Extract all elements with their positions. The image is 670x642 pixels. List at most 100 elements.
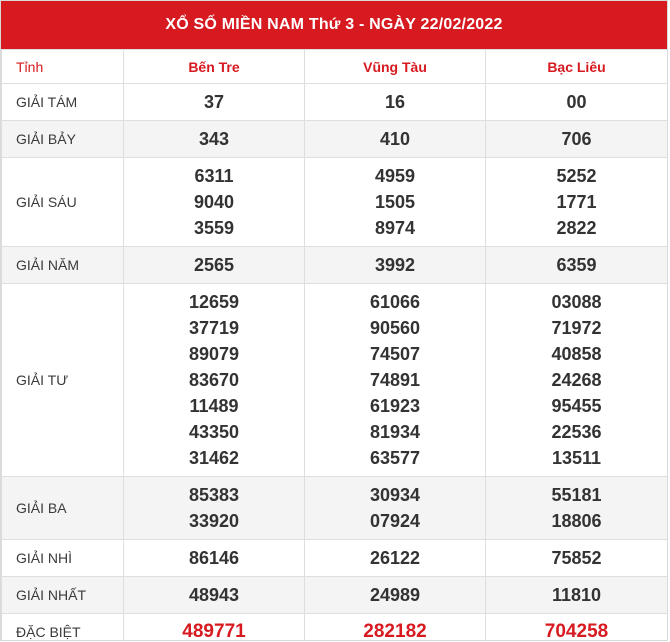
province-vung-tau[interactable]: Vũng Tàu bbox=[304, 49, 486, 84]
prize-number: 30934 bbox=[369, 485, 421, 505]
prize-number: 74891 bbox=[369, 370, 421, 390]
province-bac-lieu[interactable]: Bạc Liêu bbox=[485, 49, 667, 84]
prize-number: 489771 bbox=[182, 621, 246, 641]
prize-numbers-cell: 30934 07924 bbox=[304, 476, 486, 540]
prize-row-giai-nhi: GIẢI NHÌ 86146 26122 75852 bbox=[1, 539, 667, 577]
prize-number: 6359 bbox=[556, 255, 597, 275]
prize-number: 03088 bbox=[551, 292, 602, 312]
prize-row-giai-tam: GIẢI TÁM 37 16 00 bbox=[1, 83, 667, 121]
prize-number: 95455 bbox=[551, 396, 602, 416]
prize-number: 55181 bbox=[551, 485, 602, 505]
prize-number: 22536 bbox=[551, 422, 602, 442]
prize-numbers-cell: 2565 bbox=[123, 246, 305, 284]
prize-numbers-cell: 61066 90560 74507 74891 61923 81934 63577 bbox=[304, 283, 486, 477]
prize-numbers-cell: 12659 37719 89079 83670 11489 43350 31462 bbox=[123, 283, 305, 477]
prize-numbers-cell: 6359 bbox=[485, 246, 667, 284]
prize-number: 40858 bbox=[551, 344, 602, 364]
prize-label: GIẢI NĂM bbox=[1, 246, 124, 284]
prize-number: 13511 bbox=[551, 448, 602, 468]
prize-numbers-cell: 00 bbox=[485, 83, 667, 121]
prize-numbers-cell: 704258 bbox=[485, 613, 667, 641]
prize-number: 704258 bbox=[544, 621, 609, 641]
prize-number: 37 bbox=[203, 92, 225, 112]
prize-numbers-cell: 03088 71972 40858 24268 95455 22536 13511 bbox=[485, 283, 667, 477]
prize-number: 61923 bbox=[369, 396, 421, 416]
prize-numbers-cell: 55181 18806 bbox=[485, 476, 667, 540]
prize-numbers-cell: 85383 33920 bbox=[123, 476, 305, 540]
prize-number: 07924 bbox=[369, 511, 421, 531]
prize-numbers-cell: 4959 1505 8974 bbox=[304, 157, 486, 247]
prize-label: GIẢI BA bbox=[1, 476, 124, 540]
prize-label: GIẢI BẢY bbox=[1, 120, 124, 158]
prize-label: GIẢI SÁU bbox=[1, 157, 124, 247]
prize-numbers-cell: 48943 bbox=[123, 576, 305, 614]
prize-number: 2565 bbox=[193, 255, 235, 275]
prize-number: 75852 bbox=[551, 548, 602, 568]
prize-numbers-cell: 410 bbox=[304, 120, 486, 158]
prize-number: 16 bbox=[384, 92, 406, 112]
prize-number: 2822 bbox=[556, 218, 597, 238]
prize-number: 24989 bbox=[369, 585, 421, 605]
prize-numbers-cell: 3992 bbox=[304, 246, 486, 284]
prize-number: 31462 bbox=[188, 448, 240, 468]
prize-number: 18806 bbox=[551, 511, 602, 531]
prize-numbers-cell: 75852 bbox=[485, 539, 667, 577]
prize-number: 85383 bbox=[188, 485, 240, 505]
prize-label: GIẢI NHẤT bbox=[1, 576, 124, 614]
prize-label: GIẢI TÁM bbox=[1, 83, 124, 121]
prize-number: 12659 bbox=[188, 292, 240, 312]
prize-number: 24268 bbox=[551, 370, 602, 390]
prize-row-giai-nhat: GIẢI NHẤT 48943 24989 11810 bbox=[1, 576, 667, 614]
prize-numbers-cell: 6311 9040 3559 bbox=[123, 157, 305, 247]
prize-number: 63577 bbox=[369, 448, 421, 468]
prize-row-giai-tu: GIẢI TƯ 12659 37719 89079 83670 11489 43350 314… bbox=[1, 283, 667, 477]
prize-label: GIẢI NHÌ bbox=[1, 539, 124, 577]
prize-number: 71972 bbox=[551, 318, 602, 338]
prize-row-giai-bay: GIẢI BẢY 343 410 706 bbox=[1, 120, 667, 158]
prize-number: 1505 bbox=[374, 192, 416, 212]
prize-number: 4959 bbox=[374, 166, 416, 186]
prize-numbers-cell: 489771 bbox=[123, 613, 305, 641]
prize-row-giai-sau: GIẢI SÁU 6311 9040 3559 4959 1505 8974 5252 1771… bbox=[1, 157, 667, 247]
prize-number: 37719 bbox=[188, 318, 240, 338]
prize-number: 11489 bbox=[189, 396, 239, 416]
prize-number: 282182 bbox=[363, 621, 427, 641]
prize-number: 1771 bbox=[556, 192, 597, 212]
prize-numbers-cell: 24989 bbox=[304, 576, 486, 614]
prize-number: 3559 bbox=[193, 218, 235, 238]
prize-numbers-cell: 282182 bbox=[304, 613, 486, 641]
prize-number: 5252 bbox=[556, 166, 597, 186]
prize-number: 43350 bbox=[188, 422, 240, 442]
prize-number: 6311 bbox=[194, 166, 234, 186]
prize-number: 61066 bbox=[369, 292, 421, 312]
prize-number: 9040 bbox=[193, 192, 235, 212]
prize-number: 410 bbox=[379, 129, 411, 149]
header-row: Tỉnh Bến Tre Vũng Tàu Bạc Liêu bbox=[1, 49, 667, 84]
prize-number: 33920 bbox=[188, 511, 240, 531]
prize-number: 8974 bbox=[374, 218, 416, 238]
prize-row-giai-nam: GIẢI NĂM 2565 3992 6359 bbox=[1, 246, 667, 284]
prize-number: 11810 bbox=[551, 585, 602, 605]
prize-numbers-cell: 26122 bbox=[304, 539, 486, 577]
prize-number: 26122 bbox=[369, 548, 421, 568]
province-ben-tre[interactable]: Bến Tre bbox=[123, 49, 305, 84]
lottery-results-panel: XỔ SỐ MIỀN NAM Thứ 3 - NGÀY 22/02/2022 T… bbox=[0, 0, 668, 641]
prize-label: GIẢI TƯ bbox=[1, 283, 124, 477]
prize-number: 48943 bbox=[188, 585, 240, 605]
prize-numbers-cell: 343 bbox=[123, 120, 305, 158]
prize-number: 81934 bbox=[369, 422, 421, 442]
prize-number: 343 bbox=[198, 129, 230, 149]
prize-numbers-cell: 16 bbox=[304, 83, 486, 121]
prize-number: 90560 bbox=[369, 318, 421, 338]
prize-numbers-cell: 37 bbox=[123, 83, 305, 121]
prize-number: 83670 bbox=[188, 370, 240, 390]
prize-label: ĐẶC BIỆT bbox=[1, 613, 124, 640]
prize-row-giai-ba: GIẢI BA 85383 33920 30934 07924 55181 18806 bbox=[1, 476, 667, 540]
prize-row-dac-biet: ĐẶC BIỆT 489771 282182 704258 bbox=[1, 613, 667, 641]
prize-number: 00 bbox=[566, 92, 587, 112]
prize-numbers-cell: 5252 1771 2822 bbox=[485, 157, 667, 247]
prize-numbers-cell: 706 bbox=[485, 120, 667, 158]
prize-number: 86146 bbox=[188, 548, 240, 568]
results-table: Tỉnh Bến Tre Vũng Tàu Bạc Liêu GIẢI TÁM 3… bbox=[1, 49, 667, 641]
prize-numbers-cell: 11810 bbox=[485, 576, 667, 614]
